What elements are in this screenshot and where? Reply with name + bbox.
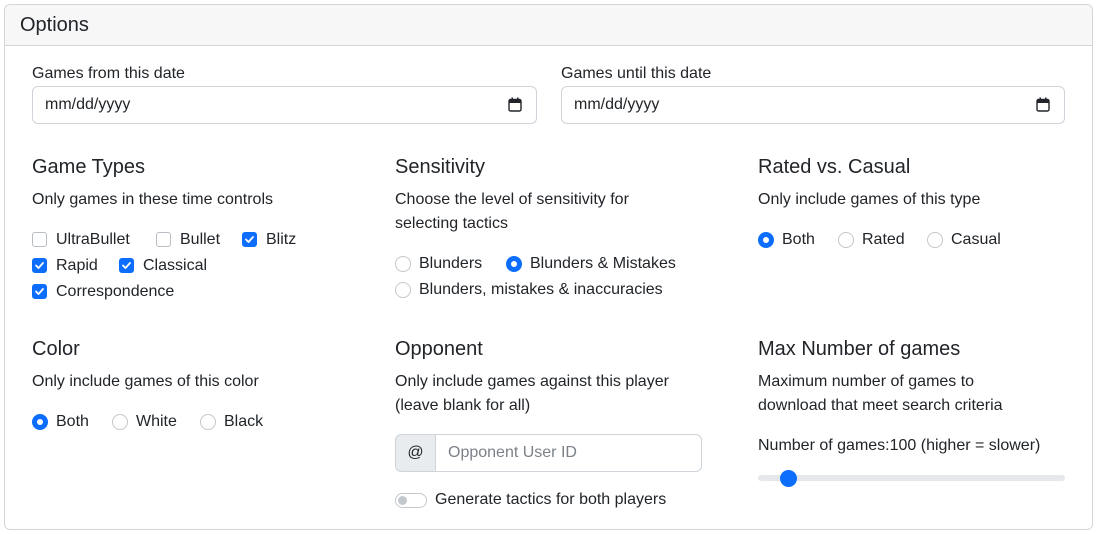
- radio-blunders-mistakes[interactable]: [506, 256, 522, 272]
- date-until-value: mm/dd/yyyy: [574, 96, 660, 113]
- check-icon: [35, 288, 44, 295]
- rated-desc: Only include games of this type: [758, 191, 981, 208]
- radio-blunders-mistakes-inaccuracies[interactable]: [395, 282, 411, 298]
- at-prefix: @: [395, 434, 436, 472]
- check-icon: [245, 236, 254, 243]
- radio-label-rated-both[interactable]: Both: [782, 230, 815, 250]
- date-from-value: mm/dd/yyyy: [45, 96, 131, 113]
- date-from-label: Games from this date: [32, 65, 185, 82]
- game-types-heading: Game Types: [32, 156, 146, 178]
- checkbox-label-ultrabullet[interactable]: UltraBullet: [56, 230, 130, 250]
- radio-label-color-black[interactable]: Black: [224, 412, 263, 432]
- max-games-desc-line1: Maximum number of games to: [758, 373, 975, 390]
- radio-label-color-white[interactable]: White: [136, 412, 177, 432]
- checkbox-label-correspondence[interactable]: Correspondence: [56, 282, 174, 302]
- opponent-heading: Opponent: [395, 338, 483, 360]
- opponent-desc-line2: (leave blank for all): [395, 397, 531, 414]
- date-until-label: Games until this date: [561, 65, 712, 82]
- sensitivity-heading: Sensitivity: [395, 156, 486, 178]
- opponent-desc-line1: Only include games against this player: [395, 373, 669, 390]
- checkbox-label-rapid[interactable]: Rapid: [56, 256, 98, 276]
- checkbox-correspondence[interactable]: [32, 284, 47, 299]
- game-types-desc: Only games in these time controls: [32, 191, 273, 208]
- checkbox-label-blitz[interactable]: Blitz: [266, 230, 296, 250]
- date-from-input[interactable]: mm/dd/yyyy: [32, 86, 537, 124]
- radio-label-blunders-mistakes-inaccuracies[interactable]: Blunders, mistakes & inaccuracies: [419, 280, 663, 300]
- calendar-icon[interactable]: [1036, 97, 1050, 112]
- calendar-icon[interactable]: [508, 97, 522, 112]
- radio-label-casual[interactable]: Casual: [951, 230, 1001, 250]
- check-icon: [35, 262, 44, 269]
- checkbox-rapid[interactable]: [32, 258, 47, 273]
- radio-color-both[interactable]: [32, 414, 48, 430]
- radio-label-blunders-mistakes[interactable]: Blunders & Mistakes: [530, 254, 676, 274]
- checkbox-bullet[interactable]: [156, 232, 171, 247]
- opponent-user-id-input[interactable]: Opponent User ID: [435, 434, 702, 472]
- sensitivity-desc-line1: Choose the level of sensitivity for: [395, 191, 629, 208]
- checkbox-classical[interactable]: [119, 258, 134, 273]
- max-games-desc-line2: download that meet search criteria: [758, 397, 1003, 414]
- radio-label-blunders[interactable]: Blunders: [419, 254, 482, 274]
- checkbox-ultrabullet[interactable]: [32, 232, 47, 247]
- both-players-toggle[interactable]: [395, 493, 427, 508]
- color-desc: Only include games of this color: [32, 373, 259, 390]
- checkbox-label-classical[interactable]: Classical: [143, 256, 207, 276]
- max-games-range-label: Number of games:100 (higher = slower): [758, 437, 1041, 454]
- radio-rated[interactable]: [838, 232, 854, 248]
- color-heading: Color: [32, 338, 80, 360]
- max-games-slider-thumb[interactable]: [780, 470, 797, 487]
- date-until-input[interactable]: mm/dd/yyyy: [561, 86, 1065, 124]
- radio-color-black[interactable]: [200, 414, 216, 430]
- rated-heading: Rated vs. Casual: [758, 156, 911, 178]
- max-games-heading: Max Number of games: [758, 338, 961, 360]
- checkbox-label-bullet[interactable]: Bullet: [180, 230, 220, 250]
- radio-rated-both[interactable]: [758, 232, 774, 248]
- checkbox-blitz[interactable]: [242, 232, 257, 247]
- sensitivity-desc-line2: selecting tactics: [395, 215, 508, 232]
- radio-label-color-both[interactable]: Both: [56, 412, 89, 432]
- radio-blunders[interactable]: [395, 256, 411, 272]
- radio-color-white[interactable]: [112, 414, 128, 430]
- check-icon: [122, 262, 131, 269]
- max-games-slider-track[interactable]: [758, 475, 1065, 481]
- both-players-toggle-label[interactable]: Generate tactics for both players: [435, 490, 666, 510]
- radio-casual[interactable]: [927, 232, 943, 248]
- card-header-title: Options: [5, 5, 1092, 46]
- opponent-input-group: @ Opponent User ID: [395, 434, 702, 472]
- radio-label-rated[interactable]: Rated: [862, 230, 905, 250]
